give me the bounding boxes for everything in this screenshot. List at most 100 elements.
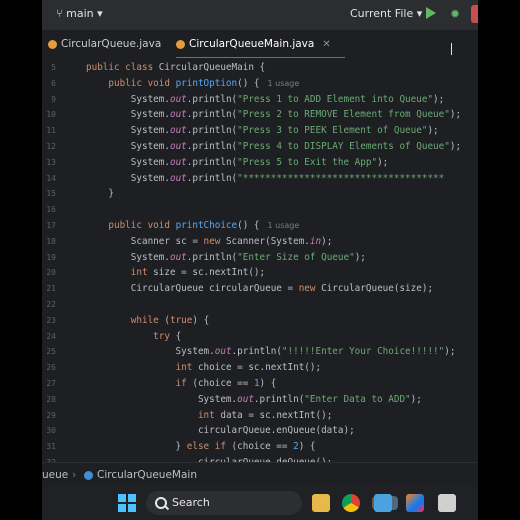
code-line[interactable]: 26 int choice = sc.nextInt(); — [42, 360, 478, 376]
file-explorer-icon[interactable] — [312, 494, 330, 512]
code-line[interactable]: 21 CircularQueue circularQueue = new Cir… — [42, 281, 478, 297]
line-number: 19 — [46, 252, 56, 262]
code-text: if (choice == 1) { — [175, 378, 277, 389]
line-number: 27 — [46, 379, 56, 388]
breadcrumb: ueue › CircularQueueMain — [42, 462, 478, 487]
code-line[interactable]: 31 } else if (choice == 2) { — [42, 439, 478, 455]
tab-circularqueuemain[interactable]: CircularQueueMain.java ✕ — [176, 38, 345, 59]
code-line[interactable]: 28 System.out.println("Enter Data to ADD… — [42, 392, 478, 408]
line-number: 17 — [46, 221, 56, 230]
code-line[interactable]: 17 public void printChoice() {1 usage — [42, 218, 478, 234]
java-class-icon — [48, 39, 57, 49]
line-number: 6 — [51, 78, 56, 88]
run-config-label: Current File — [350, 7, 414, 20]
code-text: } else if (choice == 2) { — [86, 441, 316, 453]
code-line[interactable]: 16 — [42, 202, 478, 218]
debug-icon[interactable]: ✹ — [450, 7, 460, 21]
run-config-selector[interactable]: Current File ▾ — [350, 7, 422, 20]
main-toolbar: ⑂ main ▾ Current File ▾ ✹ — [42, 0, 478, 30]
code-line[interactable]: 30 circularQueue.enQueue(data); — [42, 423, 478, 439]
branch-selector[interactable]: ⑂ main ▾ — [56, 7, 103, 20]
close-icon[interactable]: ✕ — [322, 39, 330, 50]
code-text: System.out.println("Enter Size of Queue"… — [86, 251, 366, 263]
breadcrumb-class-label: CircularQueueMain — [97, 469, 197, 481]
code-text: System.out.println("Press 1 to ADD Eleme… — [86, 93, 445, 105]
code-line[interactable]: 9 System.out.println("Press 1 to ADD Ele… — [42, 92, 478, 108]
code-line[interactable]: 14 System.out.println("*****************… — [42, 171, 478, 187]
code-text: System.out.println("********************… — [86, 172, 445, 184]
code-line[interactable]: 6 public void printOption() {1 usage — [42, 76, 478, 92]
code-text: public void printChoice() {1 usage — [108, 220, 300, 231]
code-line[interactable]: 10 System.out.println("Press 2 to REMOVE… — [42, 107, 478, 123]
code-line[interactable]: 18 Scanner sc = new Scanner(System.in); — [42, 234, 478, 250]
code-line[interactable]: 22 — [42, 297, 478, 313]
taskbar-search[interactable]: Search — [146, 491, 398, 515]
code-text: System.out.println("Press 2 to REMOVE El… — [86, 109, 462, 121]
line-number: 28 — [46, 394, 56, 404]
chevron-down-icon: ▾ — [416, 7, 423, 20]
line-number: 30 — [46, 426, 56, 436]
branch-label: main — [66, 7, 94, 20]
chrome-icon[interactable] — [342, 494, 360, 512]
app-icon[interactable] — [438, 494, 456, 512]
editor-tabs: CircularQueue.java CircularQueueMain.jav… — [42, 30, 478, 59]
java-class-icon — [176, 39, 185, 49]
notepad-icon[interactable] — [374, 494, 392, 512]
code-line[interactable]: 15 } — [42, 186, 478, 202]
code-text: int size = sc.nextInt(); — [130, 267, 266, 279]
code-text: System.out.println("Enter Data to ADD"); — [86, 393, 422, 405]
line-number: 21 — [46, 284, 56, 294]
code-line[interactable]: 25 System.out.println("!!!!!Enter Your C… — [42, 344, 478, 360]
tab-label: CircularQueueMain.java — [189, 38, 315, 50]
line-number: 14 — [46, 173, 56, 183]
code-text: Scanner sc = new Scanner(System.in); — [86, 235, 333, 247]
code-text: System.out.println("Press 3 to PEEK Elem… — [86, 125, 439, 137]
line-number: 22 — [46, 300, 56, 309]
code-line[interactable]: 29 int data = sc.nextInt(); — [42, 408, 478, 424]
taskbar: Search — [42, 486, 478, 520]
chevron-down-icon: ▾ — [97, 7, 103, 20]
code-line[interactable]: 24 try { — [42, 329, 478, 345]
code-line[interactable]: 13 System.out.println("Press 5 to Exit t… — [42, 155, 478, 171]
line-number: 31 — [46, 442, 56, 452]
code-text: CircularQueue circularQueue = new Circul… — [86, 283, 434, 295]
breadcrumb-item-class[interactable]: CircularQueueMain — [84, 469, 197, 481]
code-line[interactable]: 20 int size = sc.nextInt(); — [42, 265, 478, 281]
windows-start-icon[interactable] — [118, 494, 136, 512]
stop-icon[interactable] — [471, 5, 478, 23]
code-text: int choice = sc.nextInt(); — [175, 362, 322, 374]
line-number: 9 — [51, 94, 56, 104]
code-text: System.out.println("!!!!!Enter Your Choi… — [86, 346, 456, 358]
code-text: while (true) { — [130, 314, 210, 326]
line-number: 11 — [46, 126, 56, 136]
usage-hint[interactable]: 1 usage — [268, 221, 300, 230]
code-text: System.out.println("Press 5 to Exit the … — [86, 156, 389, 168]
chevron-right-icon: › — [72, 469, 77, 481]
tab-circularqueue[interactable]: CircularQueue.java — [48, 38, 161, 50]
intellij-icon[interactable] — [406, 494, 424, 512]
code-editor[interactable]: 5 public class CircularQueueMain {6 publi… — [42, 58, 478, 468]
code-line[interactable]: 19 System.out.println("Enter Size of Que… — [42, 250, 478, 266]
search-icon — [155, 497, 167, 509]
text-cursor — [451, 43, 452, 55]
code-line[interactable]: 23 while (true) { — [42, 313, 478, 329]
code-text: circularQueue.enQueue(data); — [86, 425, 355, 437]
code-line[interactable]: 5 public class CircularQueueMain { — [42, 60, 478, 76]
line-number: 24 — [46, 331, 56, 341]
code-line[interactable]: 11 System.out.println("Press 3 to PEEK E… — [42, 123, 478, 139]
run-icon[interactable] — [426, 7, 436, 19]
code-line[interactable]: 12 System.out.println("Press 4 to DISPLA… — [42, 139, 478, 155]
line-number: 18 — [46, 236, 56, 246]
line-number: 15 — [46, 189, 56, 199]
code-text: public class CircularQueueMain { — [86, 62, 266, 73]
class-icon — [84, 470, 93, 480]
line-number: 29 — [46, 410, 56, 420]
line-number: 13 — [46, 157, 56, 167]
code-text: try { — [153, 330, 182, 342]
breadcrumb-item-file[interactable]: ueue — [42, 469, 68, 481]
usage-hint[interactable]: 1 usage — [268, 79, 300, 88]
code-line[interactable]: 27 if (choice == 1) { — [42, 376, 478, 392]
line-number: 26 — [46, 363, 56, 373]
code-text: System.out.println("Press 4 to DISPLAY E… — [86, 141, 462, 152]
git-branch-icon: ⑂ — [56, 7, 63, 20]
